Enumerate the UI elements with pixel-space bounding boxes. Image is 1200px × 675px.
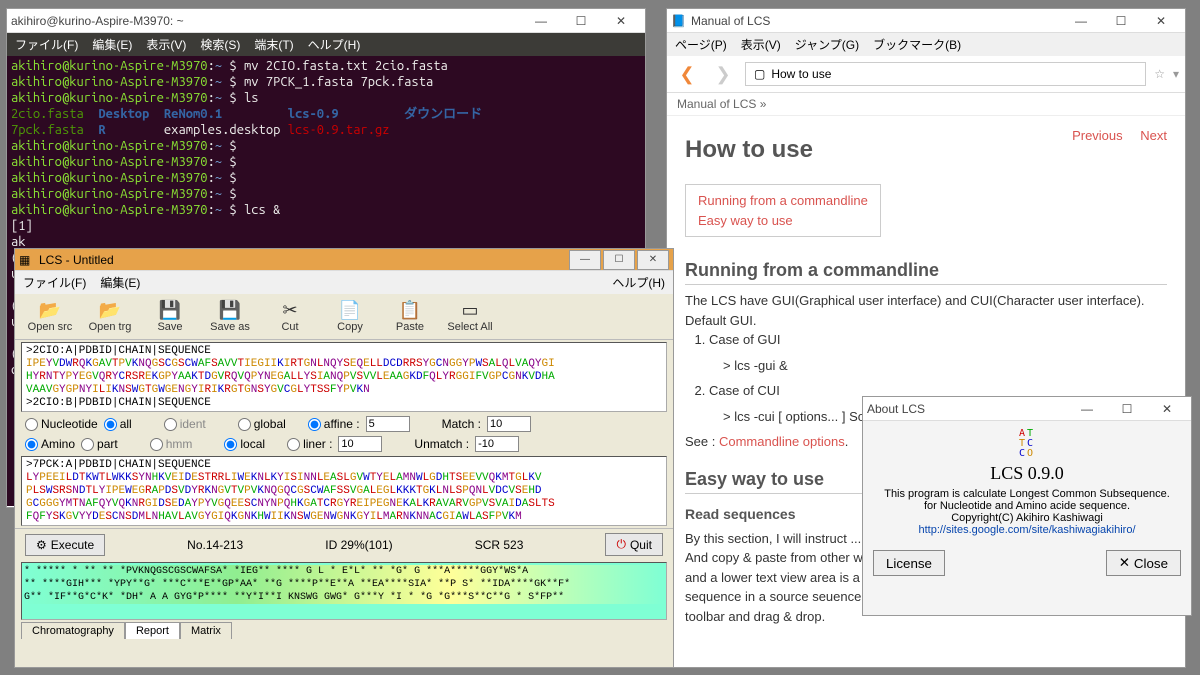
status-id: ID 29%(101) [325, 538, 392, 552]
terminal-titlebar[interactable]: akihiro@kurino-Aspire-M3970: ~ — ☐ ✕ [7, 9, 645, 33]
affine-radio[interactable]: affine : [308, 417, 360, 431]
execute-row: ⚙Execute No.14-213 ID 29%(101) SCR 523 ⏻… [15, 528, 673, 560]
toolbar-open-trg[interactable]: 📂Open trg [81, 298, 139, 335]
prev-next-nav: Previous Next [1058, 126, 1167, 146]
tab-chromatography[interactable]: Chromatography [21, 622, 125, 639]
execute-button[interactable]: ⚙Execute [25, 534, 105, 556]
nucleotide-radio[interactable]: Nucleotide [25, 417, 98, 431]
status-no: No.14-213 [187, 538, 243, 552]
about-dialog: About LCS — ☐ ✕ AT TC CO LCS 0.9.0 This … [862, 396, 1192, 616]
close-button[interactable]: ✕ [637, 250, 669, 270]
match-input[interactable] [487, 416, 531, 432]
about-titlebar[interactable]: About LCS — ☐ ✕ [863, 397, 1191, 421]
section-heading: Running from a commandline [685, 257, 1167, 285]
toolbar-save[interactable]: 💾Save [141, 298, 199, 335]
menu-icon[interactable]: ▾ [1173, 67, 1179, 81]
maximize-button[interactable]: ☐ [1107, 398, 1147, 420]
toc-box: Running from a commandline Easy way to u… [685, 184, 881, 237]
hmm-radio[interactable]: hmm [150, 437, 193, 451]
lcs-menubar[interactable]: ファイル(F) 編集(E) ヘルプ(H) [15, 271, 673, 294]
help-nav: ❮ ❯ ▢ How to use ☆ ▾ [667, 56, 1185, 93]
app-name: LCS 0.9.0 [871, 463, 1183, 484]
breadcrumb[interactable]: Manual of LCS » [667, 93, 1185, 116]
close-icon: ✕ [1119, 555, 1130, 571]
toolbar-copy[interactable]: 📄Copy [321, 298, 379, 335]
close-button[interactable]: ✕ [1147, 398, 1187, 420]
bookmark-icon[interactable]: ☆ [1154, 67, 1165, 81]
local-radio[interactable]: local [224, 437, 265, 451]
target-sequence-area[interactable]: >7PCK:A|PDBID|CHAIN|SEQUENCELYPEEILDTKWT… [21, 456, 667, 526]
ident-radio[interactable]: ident [164, 417, 206, 431]
maximize-button[interactable]: ☐ [1101, 10, 1141, 32]
commandline-options-link[interactable]: Commandline options [719, 434, 845, 449]
result-tabs: Chromatography Report Matrix [15, 622, 673, 639]
terminal-menubar[interactable]: ファイル(F) 編集(E) 表示(V) 検索(S) 端末(T) ヘルプ(H) [7, 33, 645, 56]
minimize-button[interactable]: — [521, 10, 561, 32]
close-button[interactable]: ✕ [1141, 10, 1181, 32]
close-button[interactable]: ✕ [601, 10, 641, 32]
minimize-button[interactable]: — [1067, 398, 1107, 420]
license-button[interactable]: License [873, 550, 945, 576]
forward-button[interactable]: ❯ [709, 60, 737, 88]
maximize-button[interactable]: ☐ [561, 10, 601, 32]
toolbar-open-src[interactable]: 📂Open src [21, 298, 79, 335]
help-icon: 📘 [671, 14, 685, 28]
maximize-button[interactable]: ☐ [603, 250, 635, 270]
help-menubar[interactable]: ページ(P) 表示(V) ジャンプ(G) ブックマーク(B) [667, 33, 1185, 56]
toolbar-save-as[interactable]: 💾Save as [201, 298, 259, 335]
lcs-titlebar[interactable]: ▦ LCS - Untitled — ☐ ✕ [15, 249, 673, 271]
alignment-result-area[interactable]: * ***** * ** ** *PVKNQGSCGSCWAFSA* *IEG*… [21, 562, 667, 620]
exit-icon: ⏻ [616, 537, 626, 552]
liner-input[interactable] [338, 436, 382, 452]
affine-input[interactable] [366, 416, 410, 432]
liner-radio[interactable]: liner : [287, 437, 332, 451]
page-icon: ▢ [754, 67, 765, 81]
gear-icon: ⚙ [36, 538, 47, 552]
options-row-2: Amino part hmm local liner : Unmatch : [15, 434, 673, 454]
minimize-button[interactable]: — [569, 250, 601, 270]
lcs-toolbar: 📂Open src📂Open trg💾Save💾Save as✂Cut📄Copy… [15, 294, 673, 340]
help-titlebar[interactable]: 📘 Manual of LCS — ☐ ✕ [667, 9, 1185, 33]
source-sequence-area[interactable]: >2CIO:A|PDBID|CHAIN|SEQUENCEIPEYVDWRQKGA… [21, 342, 667, 412]
lcs-icon: ▦ [19, 253, 33, 267]
global-radio[interactable]: global [238, 417, 286, 431]
minimize-button[interactable]: — [1061, 10, 1101, 32]
back-button[interactable]: ❮ [673, 60, 701, 88]
all-radio[interactable]: all [104, 417, 132, 431]
previous-link[interactable]: Previous [1072, 128, 1123, 143]
options-row-1: Nucleotide all ident global affine : Mat… [15, 414, 673, 434]
toolbar-cut[interactable]: ✂Cut [261, 298, 319, 335]
toolbar-paste[interactable]: 📋Paste [381, 298, 439, 335]
unmatch-input[interactable] [475, 436, 519, 452]
website-link[interactable]: http://sites.google.com/site/kashiwagiak… [918, 524, 1135, 536]
part-radio[interactable]: part [81, 437, 118, 451]
toolbar-select-all[interactable]: ▭Select All [441, 298, 499, 335]
close-button[interactable]: ✕Close [1106, 550, 1181, 576]
help-title: Manual of LCS [691, 14, 1061, 28]
quit-button[interactable]: ⏻Quit [605, 533, 663, 556]
amino-radio[interactable]: Amino [25, 437, 75, 451]
next-link[interactable]: Next [1140, 128, 1167, 143]
lcs-window: ▦ LCS - Untitled — ☐ ✕ ファイル(F) 編集(E) ヘルプ… [14, 248, 674, 668]
about-body: AT TC CO LCS 0.9.0 This program is calcu… [863, 421, 1191, 544]
tab-matrix[interactable]: Matrix [180, 622, 232, 639]
terminal-title: akihiro@kurino-Aspire-M3970: ~ [11, 14, 521, 28]
help-location[interactable]: ▢ How to use [745, 62, 1146, 86]
app-logo: AT TC CO [871, 429, 1183, 459]
status-scr: SCR 523 [475, 538, 524, 552]
tab-report[interactable]: Report [125, 622, 180, 639]
